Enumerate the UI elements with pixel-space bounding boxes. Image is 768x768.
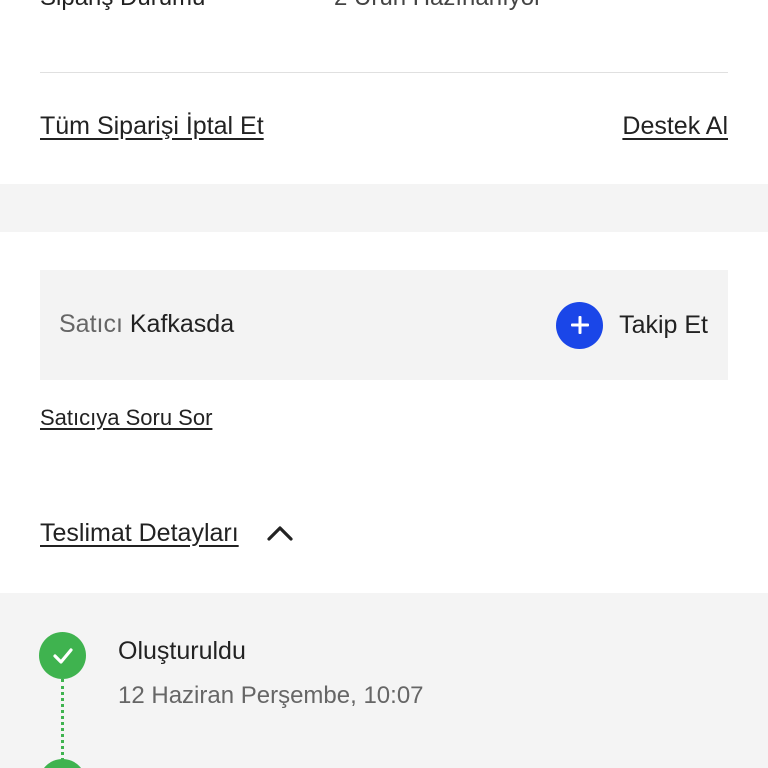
divider — [40, 72, 728, 73]
seller-name[interactable]: Kafkasda — [130, 310, 234, 338]
get-support-link[interactable]: Destek Al — [622, 112, 728, 141]
timeline-step-title: Oluşturuldu — [118, 637, 246, 665]
delivery-timeline: Oluşturuldu 12 Haziran Perşembe, 10:07 — [0, 593, 768, 768]
chevron-up-icon — [265, 523, 295, 543]
follow-label: Takip Et — [619, 310, 708, 339]
seller-prefix: Satıcı — [59, 310, 123, 338]
seller-card: Satıcı Kafkasda Takip Et — [40, 270, 728, 380]
seller-section: Satıcı Kafkasda Takip Et Satıcıya Soru S… — [0, 232, 768, 593]
timeline-step-date: 12 Haziran Perşembe, 10:07 — [118, 682, 424, 709]
order-summary-section: Sipariş Durumu 2 Ürün Hazırlanıyor Tüm S… — [0, 0, 768, 184]
timeline-next-dot — [39, 759, 86, 768]
delivery-details-toggle[interactable]: Teslimat Detayları — [40, 516, 295, 550]
delivery-details-label: Teslimat Detayları — [40, 518, 239, 547]
timeline-connector — [61, 679, 64, 761]
seller-info: Satıcı Kafkasda — [59, 310, 234, 339]
follow-seller-button[interactable]: Takip Et — [556, 301, 708, 349]
section-separator — [0, 184, 768, 232]
plus-icon — [556, 301, 604, 349]
order-status-label: Sipariş Durumu — [40, 0, 205, 12]
cancel-order-link[interactable]: Tüm Siparişi İptal Et — [40, 112, 264, 141]
ask-seller-link[interactable]: Satıcıya Soru Sor — [40, 405, 212, 431]
check-icon — [39, 632, 86, 679]
order-status-row: Sipariş Durumu 2 Ürün Hazırlanıyor — [40, 0, 728, 24]
order-status-value: 2 Ürün Hazırlanıyor — [334, 0, 542, 12]
